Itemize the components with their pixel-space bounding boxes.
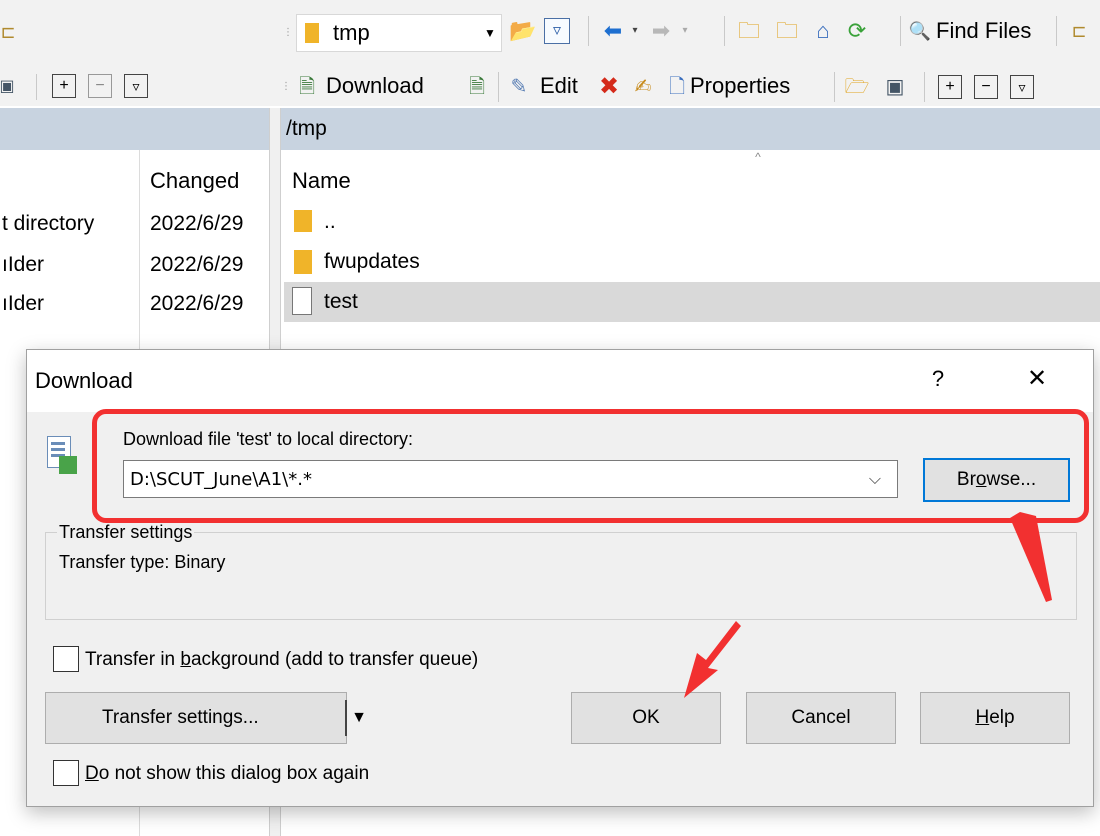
annotation-arrows xyxy=(684,512,1052,698)
annotation-arrow-ok xyxy=(684,621,741,698)
annotation-arrow-browse xyxy=(1010,512,1052,602)
